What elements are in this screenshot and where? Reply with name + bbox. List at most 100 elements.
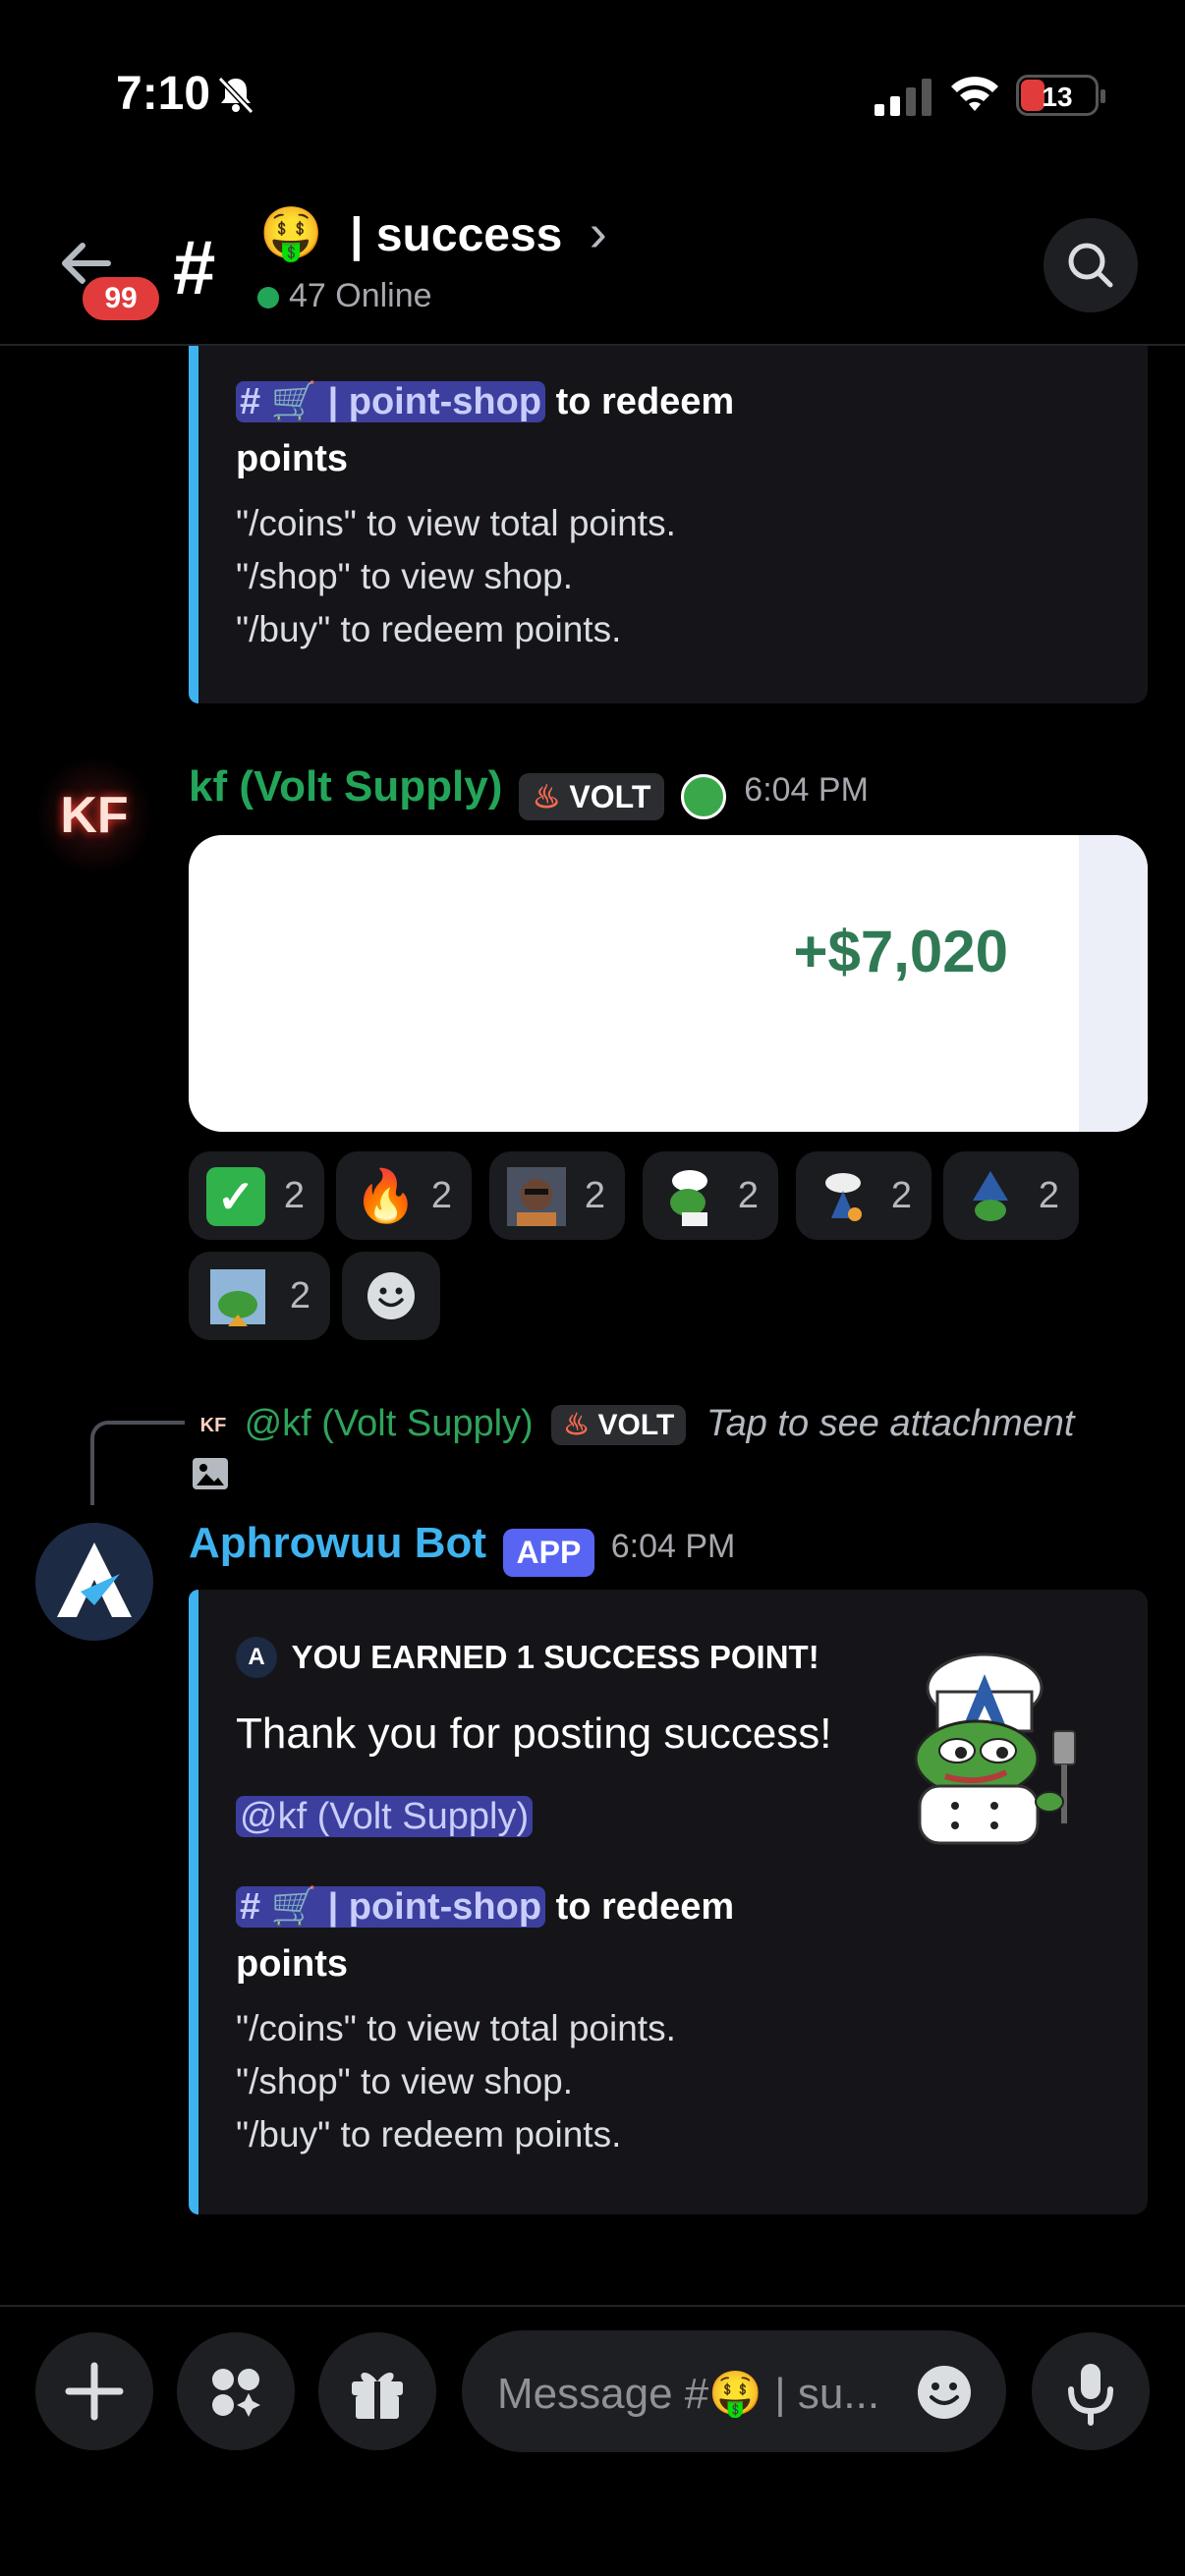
redeem-text: to redeem: [555, 1886, 735, 1928]
reaction-count: 2: [737, 1175, 759, 1216]
reply-preview[interactable]: KF @kf (Volt Supply) ♨ VOLT Tap to see a…: [193, 1403, 1074, 1446]
chef-pepe-thumbnail[interactable]: [896, 1649, 1093, 1845]
composer-divider: [0, 2305, 1185, 2307]
bot-logo-icon: [57, 1542, 132, 1617]
reaction-frog-a[interactable]: 2: [943, 1151, 1079, 1240]
channel-emoji: 🤑: [259, 205, 323, 262]
timestamp-bot: 6:04 PM: [610, 1528, 736, 1565]
redeem-line: # 🛒 | point-shop to redeem: [236, 1878, 943, 1935]
embed-accent-bar: [189, 346, 198, 703]
reaction-count: 2: [1038, 1175, 1059, 1216]
apps-button[interactable]: [177, 2332, 295, 2450]
cmd-buy: "/buy" to redeem points.: [236, 2114, 622, 2155]
reply-author: @kf (Volt Supply): [244, 1403, 534, 1444]
embed-card-bot: A YOU EARNED 1 SUCCESS POINT! Thank you …: [189, 1590, 1148, 2214]
emoji-picker-icon[interactable]: [916, 2364, 973, 2421]
reply-avatar-icon: KF: [199, 1414, 227, 1436]
avatar-kf[interactable]: KF: [35, 756, 153, 874]
reaction-chef-a[interactable]: 2: [796, 1151, 931, 1240]
cmd-coins: "/coins" to view total points.: [236, 503, 676, 543]
status-time: 7:10: [116, 68, 211, 120]
redeem-text: to redeem: [555, 381, 735, 422]
reaction-check[interactable]: ✓ 2: [189, 1151, 324, 1240]
timestamp-kf: 6:04 PM: [744, 771, 869, 809]
author-kf[interactable]: kf (Volt Supply): [189, 762, 502, 811]
add-reaction-icon: [367, 1272, 415, 1319]
cmd-shop: "/shop" to view shop.: [236, 2061, 574, 2101]
channel-name: | success: [350, 209, 563, 261]
message-header-bot: Aphrowuu Bot APP 6:04 PM: [189, 1519, 736, 1578]
channel-hash-icon: #: [173, 224, 216, 310]
embed-body: # 🛒 | point-shop to redeem points "/coin…: [236, 373, 1120, 656]
chef-a-emoji-icon: [814, 1167, 873, 1226]
chevron-right-icon: ›: [589, 203, 607, 262]
unread-badge: 99: [79, 273, 163, 324]
reply-attachment-text: Tap to see attachment: [705, 1403, 1075, 1444]
face-emoji-icon: [507, 1167, 566, 1226]
image-attachment-icon: [193, 1458, 228, 1489]
cmd-shop: "/shop" to view shop.: [236, 556, 574, 596]
plus-icon: [65, 2362, 124, 2421]
reaction-chef-frog[interactable]: 2: [643, 1151, 778, 1240]
check-emoji-icon: ✓: [206, 1167, 265, 1226]
embed-author-line: A YOU EARNED 1 SUCCESS POINT!: [236, 1637, 819, 1678]
apps-icon: [211, 2369, 260, 2417]
message-input[interactable]: Message #🤑 | su...: [462, 2330, 1006, 2452]
reply-volt-tag: ♨ VOLT: [551, 1405, 687, 1446]
microphone-icon: [1068, 2364, 1113, 2426]
frog-a-emoji-icon: [961, 1167, 1020, 1226]
gift-icon: [352, 2372, 403, 2419]
channel-title[interactable]: 🤑 | success ›: [259, 202, 607, 263]
search-button[interactable]: [1044, 218, 1138, 312]
embed-author-text: YOU EARNED 1 SUCCESS POINT!: [291, 1639, 819, 1675]
search-icon: [1068, 243, 1113, 288]
reaction-count: 2: [890, 1175, 912, 1216]
online-count: 47 Online: [257, 277, 432, 315]
avatar-bot[interactable]: [35, 1523, 153, 1641]
embed-card-top: # 🛒 | point-shop to redeem points "/coin…: [189, 346, 1148, 703]
online-text: 47 Online: [289, 277, 432, 314]
user-mention[interactable]: @kf (Volt Supply): [236, 1796, 534, 1837]
add-button[interactable]: [35, 2332, 153, 2450]
channel-mention-point-shop[interactable]: # 🛒 | point-shop: [236, 381, 546, 422]
reaction-count: 2: [584, 1175, 605, 1216]
avatar-kf-text: KF: [60, 787, 129, 844]
green-giant-icon: [680, 773, 726, 819]
chef-frog-emoji-icon: [660, 1167, 719, 1226]
embed-title: Thank you for posting success!: [236, 1709, 832, 1758]
embed-author-icon: A: [236, 1637, 277, 1678]
gift-button[interactable]: [318, 2332, 436, 2450]
reply-connector: [90, 1421, 185, 1505]
cmd-buy: "/buy" to redeem points.: [236, 609, 622, 649]
battery-level: 13: [1042, 82, 1073, 112]
voice-button[interactable]: [1032, 2332, 1150, 2450]
app-badge: APP: [502, 1529, 595, 1578]
redeem-text-2: points: [236, 1943, 348, 1985]
message-placeholder: Message #🤑 | su...: [497, 2370, 880, 2418]
online-dot-icon: [257, 287, 279, 309]
channel-mention-point-shop[interactable]: # 🛒 | point-shop: [236, 1886, 546, 1928]
reaction-count: 2: [289, 1275, 310, 1316]
success-image[interactable]: +$7,020: [189, 835, 1148, 1132]
reaction-count: 2: [430, 1175, 452, 1216]
message-header-kf: kf (Volt Supply) ♨ VOLT 6:04 PM: [189, 762, 869, 820]
redeem-text-2: points: [236, 438, 348, 479]
volt-icon: ♨: [532, 778, 561, 814]
add-reaction-button[interactable]: [342, 1252, 440, 1340]
image-amount: +$7,020: [793, 919, 1008, 984]
embed-body: # 🛒 | point-shop to redeem points "/coin…: [236, 1878, 943, 2161]
bell-muted-icon: [217, 76, 254, 115]
cell-signal-icon: [875, 79, 931, 116]
frog-sign-emoji-icon: [208, 1267, 267, 1326]
author-bot[interactable]: Aphrowuu Bot: [189, 1519, 486, 1567]
wifi-icon: [951, 77, 998, 111]
reaction-frog-sign[interactable]: 2: [189, 1252, 330, 1340]
embed-accent-bar: [189, 1590, 198, 2214]
reaction-count: 2: [283, 1175, 305, 1216]
cmd-coins: "/coins" to view total points.: [236, 2008, 676, 2048]
fire-emoji-icon: 🔥: [354, 1168, 418, 1225]
image-sidebar-strip: [1079, 835, 1148, 1132]
reaction-fire[interactable]: 🔥 2: [336, 1151, 472, 1240]
reaction-face[interactable]: 2: [489, 1151, 625, 1240]
battery-indicator: 13: [1016, 75, 1105, 116]
